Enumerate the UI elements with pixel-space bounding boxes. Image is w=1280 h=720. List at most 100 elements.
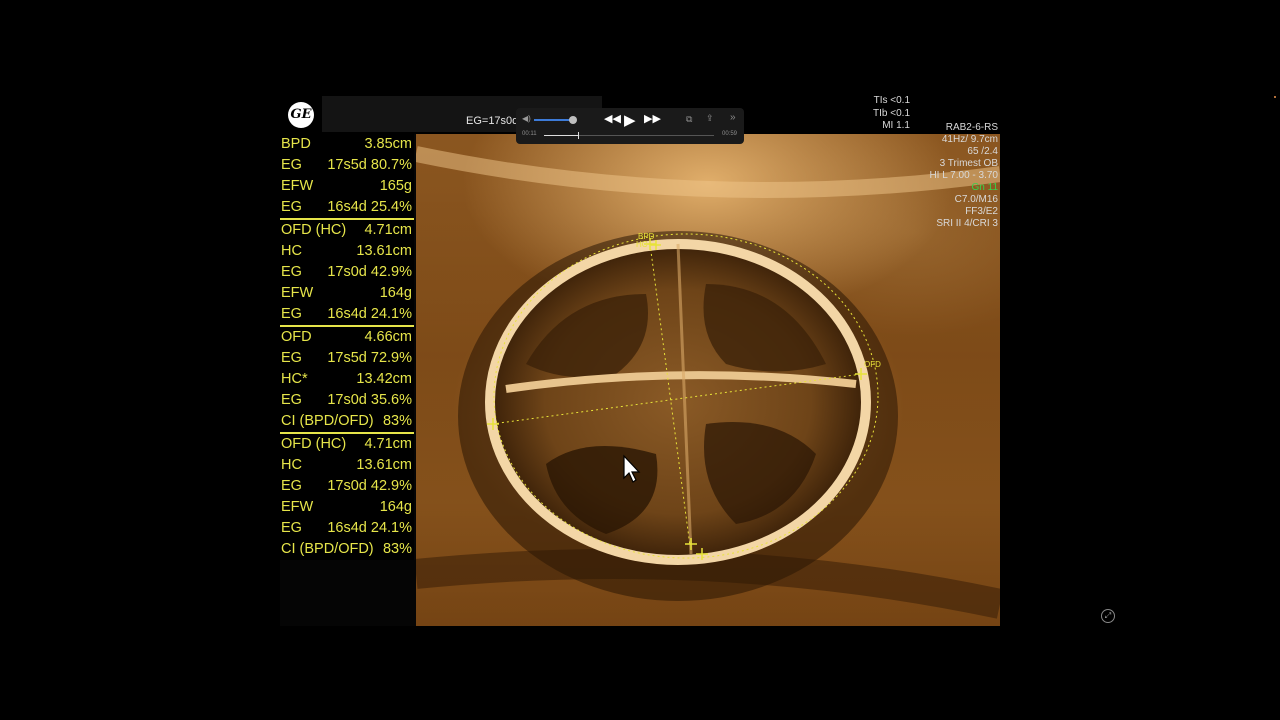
measurement-row: HC 13.61cm <box>280 455 414 476</box>
measurement-label: HC <box>281 457 302 473</box>
measurement-value: 16s4d 25.4% <box>327 199 412 215</box>
measurement-label: EG <box>281 392 302 408</box>
measurement-value: 165g <box>379 178 412 194</box>
measurement-row: EFW 164g <box>280 497 414 518</box>
measurement-row: EG 17s5d 72.9% <box>280 348 414 369</box>
probe-param-line: SRI II 4/CRI 3 <box>936 218 998 229</box>
measurement-group: OFD (HC) 4.71cm HC 13.61cm EG 17s0d 42.9% EFW 1… <box>280 434 414 560</box>
probe-param-line: FF3/E2 <box>965 206 998 217</box>
play-icon[interactable]: ▶ <box>624 111 636 129</box>
fetal-head-scan <box>416 146 1000 619</box>
measurement-group: OFD 4.66cm EG 17s5d 72.9% HC* 13.42cm EG 17s0d … <box>280 327 414 434</box>
mouse-cursor-icon <box>622 454 642 489</box>
measurement-row: OFD 4.66cm <box>280 327 414 348</box>
measurement-value: 13.42cm <box>356 371 412 387</box>
measurement-label: OFD (HC) <box>281 222 347 238</box>
measurement-label: CI (BPD/OFD) <box>281 413 374 429</box>
measurement-label: HC* <box>281 371 308 387</box>
volume-slider[interactable] <box>534 119 572 121</box>
measurement-value: 16s4d 24.1% <box>327 520 412 536</box>
tis-value: TIs <0.1 <box>873 95 910 106</box>
measurement-value: 4.71cm <box>364 222 412 238</box>
measurement-value: 17s0d 42.9% <box>327 264 412 280</box>
measurement-row: EFW 165g <box>280 176 414 197</box>
measurement-label: BPD <box>281 136 311 152</box>
measurement-row: CI (BPD/OFD) 83% <box>280 411 414 432</box>
ge-logo: GE <box>288 102 314 128</box>
probe-param-line: 41Hz/ 9.7cm <box>941 134 998 145</box>
measurement-value: 3.85cm <box>364 136 412 152</box>
measurement-row: OFD (HC) 4.71cm <box>280 434 414 455</box>
more-icon[interactable]: » <box>730 112 736 123</box>
tib-value: TIb <0.1 <box>873 107 910 119</box>
seek-bar[interactable] <box>544 132 714 139</box>
measurement-label: EG <box>281 478 302 494</box>
measurement-value: 16s4d 24.1% <box>327 306 412 322</box>
measurement-value: 4.71cm <box>364 436 412 452</box>
media-player-controls: ◀) ◀◀ ▶ ▶▶ ⧉ ⇪ » 00:11 00:59 <box>516 108 744 144</box>
measurement-label: CI (BPD/OFD) <box>281 541 374 557</box>
end-time: 00:59 <box>722 131 738 137</box>
corner-marker <box>1274 96 1276 98</box>
measurement-label: EFW <box>281 499 314 515</box>
seek-knob[interactable] <box>578 132 579 139</box>
tissue-band <box>416 146 1000 198</box>
measurement-row: HC* 13.42cm <box>280 369 414 390</box>
measurement-row: EG 16s4d 25.4% <box>280 197 414 218</box>
mi-value: MI 1.1 <box>882 120 910 131</box>
measurement-label: OFD (HC) <box>281 436 347 452</box>
measurement-row: EFW 164g <box>280 283 414 304</box>
ofd-label: OFD <box>864 360 881 369</box>
volume-icon[interactable]: ◀) <box>522 114 531 123</box>
measurement-label: OFD <box>281 329 312 345</box>
measurement-label: EG <box>281 199 302 215</box>
measurement-row: EG 17s0d 35.6% <box>280 390 414 411</box>
measurement-row: EG 16s4d 24.1% <box>280 304 414 325</box>
probe-param-line: 65 /2.4 <box>967 146 998 157</box>
probe-param-line: 3 Trimest OB <box>939 158 998 169</box>
measurement-label: EG <box>281 157 302 173</box>
ultrasound-image <box>416 134 1000 626</box>
fast-forward-icon[interactable]: ▶▶ <box>644 112 661 125</box>
seek-progress <box>544 135 578 136</box>
measurement-value: 83% <box>382 541 412 557</box>
measurement-label: EG <box>281 350 302 366</box>
measurement-value: 17s5d 80.7% <box>327 157 412 173</box>
measurement-value: 13.61cm <box>356 243 412 259</box>
probe-param-line: C7.0/M16 <box>954 194 998 205</box>
measurement-row: HC 13.61cm <box>280 241 414 262</box>
measurement-row: OFD (HC) 4.71cm <box>280 220 414 241</box>
probe-param-line: RAB2-6-RS <box>945 122 998 133</box>
measurement-value: 17s0d 42.9% <box>327 478 412 494</box>
measurement-label: HC <box>281 243 302 259</box>
hc-label: HC <box>636 240 648 249</box>
measurement-label: EFW <box>281 285 314 301</box>
measurement-row: BPD 3.85cm <box>280 134 414 155</box>
rewind-icon[interactable]: ◀◀ <box>604 112 621 125</box>
share-icon[interactable]: ⇪ <box>706 113 714 124</box>
measurement-row: EG 17s0d 42.9% <box>280 262 414 283</box>
measurement-value: 13.61cm <box>356 457 412 473</box>
measurement-value: 83% <box>382 413 412 429</box>
measurement-value: 17s0d 35.6% <box>327 392 412 408</box>
probe-param-line: HI L 7.00 - 3.70 <box>929 170 998 181</box>
expand-icon[interactable]: ⤢ <box>1101 609 1115 623</box>
measurement-value: 164g <box>379 499 412 515</box>
probe-parameters: RAB2-6-RS 41Hz/ 9.7cm 65 /2.4 3 Trimest OB H… <box>914 122 998 230</box>
pip-icon[interactable]: ⧉ <box>686 114 692 125</box>
eg-header-label: EG=17s0d <box>466 115 519 127</box>
measurement-group: BPD 3.85cm EG 17s5d 80.7% EFW 165g EG 16s4d 25.… <box>280 134 414 220</box>
measurement-value: 17s5d 72.9% <box>327 350 412 366</box>
ultrasound-screen: GE EG=17s0d BPD 3.85cm EG 17s5d 80.7% EF… <box>280 96 1000 626</box>
measurement-row: EG 17s0d 42.9% <box>280 476 414 497</box>
measurement-row: EG 16s4d 24.1% <box>280 518 414 539</box>
volume-knob[interactable] <box>569 116 577 124</box>
measurement-label: EG <box>281 306 302 322</box>
safety-indices: TIs <0.1 TIb <0.1 MI 1.1 <box>866 95 910 133</box>
measurement-row: EG 17s5d 80.7% <box>280 155 414 176</box>
probe-param-line: Gn 11 <box>971 182 999 193</box>
measurement-value: 4.66cm <box>364 329 412 345</box>
measurement-panel: BPD 3.85cm EG 17s5d 80.7% EFW 165g EG 16s4d 25.… <box>280 134 414 560</box>
measurement-label: EG <box>281 520 302 536</box>
current-time: 00:11 <box>522 131 537 137</box>
